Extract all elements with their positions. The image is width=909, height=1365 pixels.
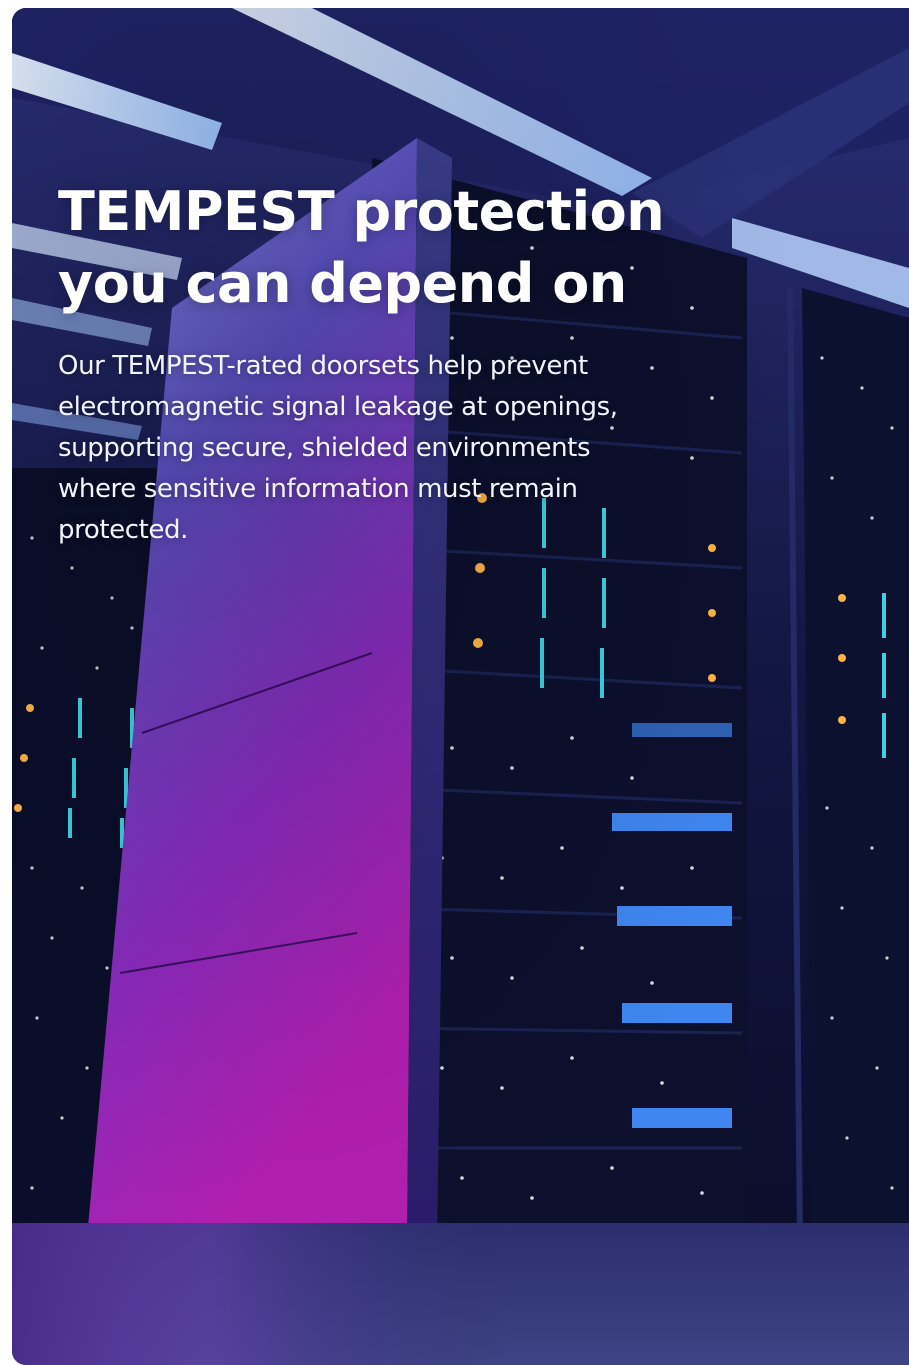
hero-text: TEMPEST protection you can depend on Our… bbox=[58, 176, 698, 551]
headline-line-1: TEMPEST protection bbox=[58, 180, 665, 243]
hero-card: TEMPEST protection you can depend on Our… bbox=[12, 8, 909, 1365]
hero-headline: TEMPEST protection you can depend on bbox=[58, 176, 698, 320]
hero-description: Our TEMPEST-rated doorsets help prevent … bbox=[58, 351, 618, 545]
headline-line-2: you can depend on bbox=[58, 252, 627, 315]
